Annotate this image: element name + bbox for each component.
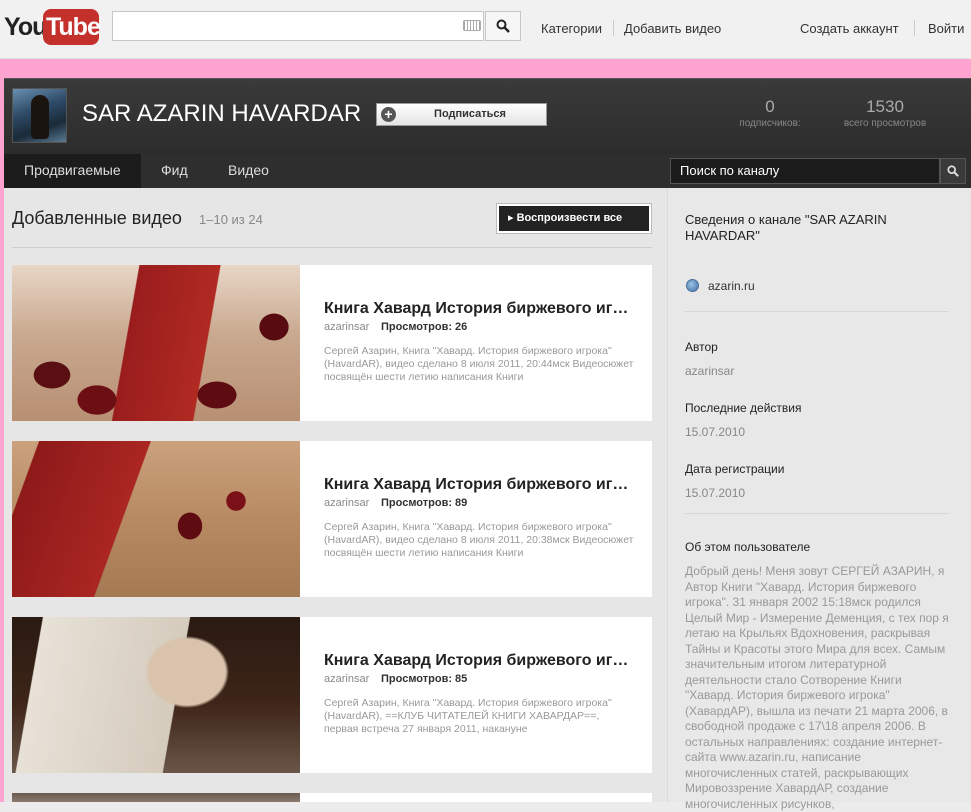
views-count: 1530 bbox=[866, 97, 904, 116]
author-value[interactable]: azarinsar bbox=[685, 364, 734, 378]
video-thumbnail[interactable] bbox=[12, 265, 300, 421]
channel-search-button[interactable] bbox=[940, 158, 966, 184]
keyboard-icon[interactable] bbox=[463, 20, 481, 31]
video-description: Сергей Азарин, Книга "Хавард. История би… bbox=[324, 345, 634, 383]
last-activity-label: Последние действия bbox=[685, 401, 802, 415]
website-link[interactable]: azarin.ru bbox=[708, 279, 755, 293]
nav-sign-in-link[interactable]: Войти bbox=[928, 21, 964, 36]
nav-categories-link[interactable]: Категории bbox=[541, 21, 602, 36]
video-author[interactable]: azarinsar bbox=[324, 497, 369, 509]
nav-separator bbox=[613, 20, 614, 36]
joined-label: Дата регистрации bbox=[685, 462, 785, 476]
plus-icon: + bbox=[381, 107, 396, 122]
logo-you-text: You bbox=[4, 13, 47, 41]
tab-videos[interactable]: Видео bbox=[228, 162, 269, 178]
about-text: Добрый день! Меня зовут СЕРГЕЙ АЗАРИН, я… bbox=[685, 564, 949, 811]
subscribers-label: подписчиков: bbox=[739, 118, 801, 129]
video-views: Просмотров: 89 bbox=[381, 497, 468, 509]
sidebar-title: Сведения о канале "SAR AZARIN HAVARDAR" bbox=[685, 212, 887, 243]
sidebar-divider bbox=[685, 513, 949, 514]
logo-tube-text: Tube bbox=[46, 13, 101, 41]
logo-tube-badge: Tube bbox=[43, 9, 101, 45]
nav-create-account-link[interactable]: Создать аккаунт bbox=[800, 21, 899, 36]
video-title[interactable]: Книга Хавард История биржевого игрока bbox=[324, 300, 634, 318]
section-title: Добавленные видео bbox=[12, 208, 182, 228]
search-icon bbox=[947, 165, 959, 177]
video-views: Просмотров: 26 bbox=[381, 321, 468, 333]
tab-feed[interactable]: Фид bbox=[161, 162, 188, 178]
video-description: Сергей Азарин, Книга "Хавард. История би… bbox=[324, 697, 612, 735]
video-title[interactable]: Книга Хавард История биржевого игрока bbox=[324, 652, 634, 670]
subscribers-count: 0 bbox=[765, 97, 775, 116]
tab-featured-label[interactable]: Продвигаемые bbox=[24, 162, 121, 178]
sidebar-divider bbox=[685, 311, 949, 312]
video-thumbnail[interactable] bbox=[12, 793, 300, 802]
channel-avatar[interactable] bbox=[12, 88, 67, 143]
globe-icon bbox=[686, 279, 699, 292]
author-label: Автор bbox=[685, 340, 718, 354]
video-views: Просмотров: 85 bbox=[381, 673, 468, 685]
channel-search-placeholder: Поиск по каналу bbox=[680, 163, 780, 178]
video-author[interactable]: azarinsar bbox=[324, 321, 369, 333]
search-input[interactable] bbox=[112, 11, 484, 41]
video-thumbnail[interactable] bbox=[12, 617, 300, 773]
views-label: всего просмотров bbox=[843, 118, 927, 129]
nav-separator bbox=[914, 20, 915, 36]
section-count: 1–10 из 24 bbox=[199, 212, 263, 227]
about-label: Об этом пользователе bbox=[685, 540, 811, 554]
subscribe-button-label: Подписаться bbox=[434, 108, 506, 120]
joined-value: 15.07.2010 bbox=[685, 486, 746, 500]
search-button[interactable] bbox=[485, 11, 521, 41]
last-activity-value: 15.07.2010 bbox=[685, 425, 746, 439]
video-description: Сергей Азарин, Книга "Хавард. История би… bbox=[324, 521, 634, 559]
play-all-label: ▸ Воспроизвести все bbox=[508, 212, 623, 224]
channel-title: SAR AZARIN HAVARDAR bbox=[82, 100, 362, 127]
play-all-text: Воспроизвести все bbox=[516, 212, 623, 224]
search-icon bbox=[496, 19, 510, 33]
video-title[interactable]: Книга Хавард История биржевого игрока bbox=[324, 476, 634, 494]
video-author[interactable]: azarinsar bbox=[324, 673, 369, 685]
nav-upload-link[interactable]: Добавить видео bbox=[624, 21, 721, 36]
video-thumbnail[interactable] bbox=[12, 441, 300, 597]
section-divider bbox=[12, 247, 652, 248]
youtube-logo[interactable]: You Tube bbox=[4, 7, 101, 47]
